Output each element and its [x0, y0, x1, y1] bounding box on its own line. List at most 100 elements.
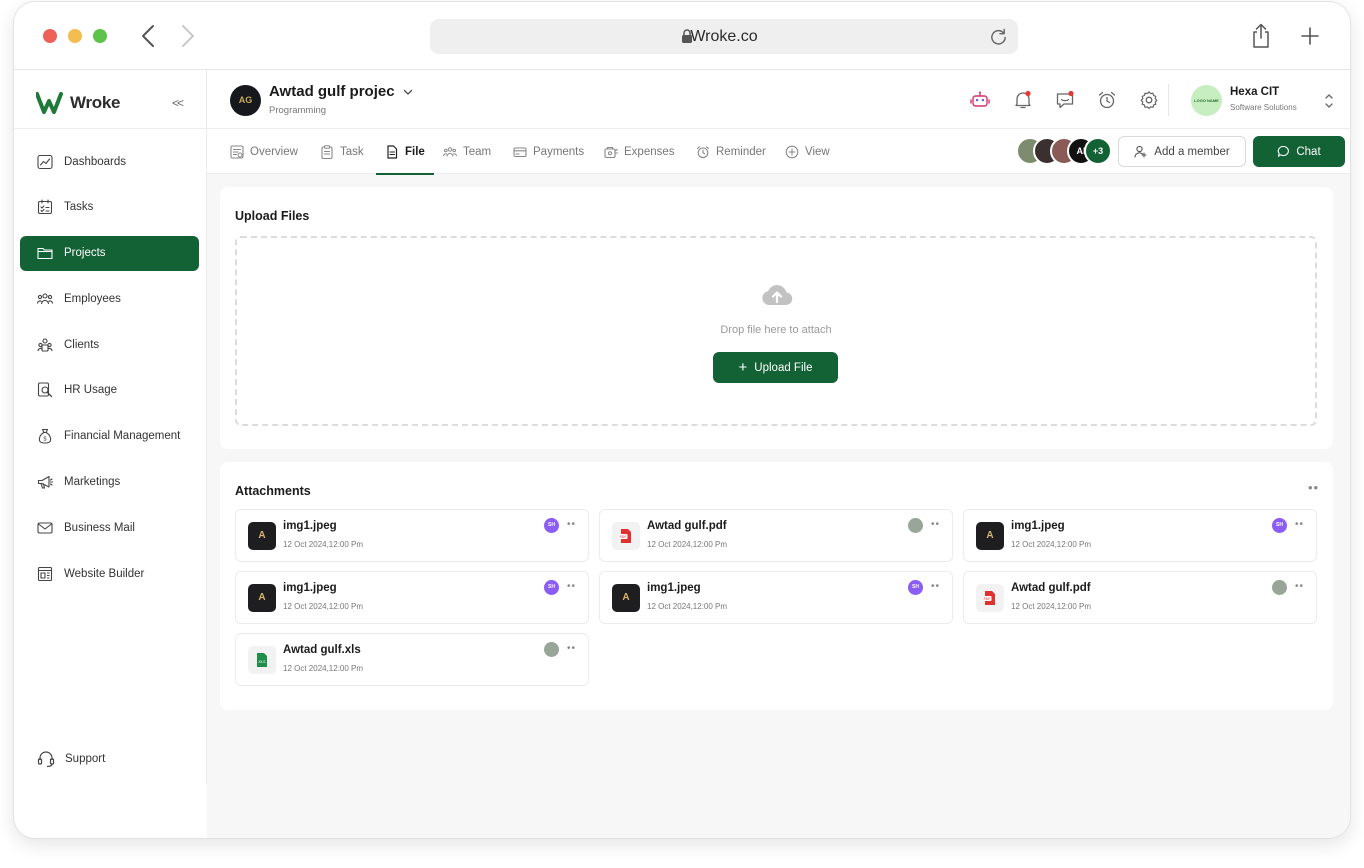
tab-payments[interactable]: Payments	[513, 129, 584, 174]
chat-button[interactable]: Chat	[1253, 136, 1345, 167]
close-window-button[interactable]	[43, 29, 57, 43]
add-member-label: Add a member	[1154, 145, 1230, 158]
more-options-icon[interactable]: ••	[931, 582, 940, 592]
project-subtitle: Programming	[269, 105, 327, 116]
more-options-icon[interactable]: ••	[1295, 520, 1304, 530]
sidebar-item-clients[interactable]: Clients	[20, 327, 199, 362]
more-options-icon[interactable]: ••	[567, 582, 576, 592]
money-bag-icon: $	[38, 429, 52, 444]
sidebar-item-website-builder[interactable]: Website Builder	[20, 556, 199, 591]
attachment-date: 12 Oct 2024,12:00 Pm	[647, 602, 728, 611]
sidebar-item-financial-management[interactable]: $ Financial Management	[20, 419, 199, 454]
tab-expenses[interactable]: Expenses	[604, 129, 675, 174]
add-user-icon	[1134, 145, 1147, 158]
attachment-item[interactable]: Aimg1.jpeg 12 Oct 2024,12:00 Pm SH ••	[963, 509, 1317, 562]
robot-icon[interactable]	[970, 90, 990, 110]
headset-icon	[37, 751, 55, 768]
sidebar-item-projects[interactable]: Projects	[20, 235, 199, 271]
alarm-clock-icon[interactable]	[1097, 90, 1117, 110]
sidebar-item-label: Clients	[64, 338, 100, 351]
browser-window: Wroke.co Wroke << Dashboards Tasks Proje…	[13, 1, 1351, 839]
image-thumbnail: A	[976, 522, 1004, 550]
cloud-upload-icon	[762, 285, 793, 306]
back-arrow-icon[interactable]	[137, 22, 161, 50]
support-label: Support	[65, 753, 106, 765]
sidebar-item-employees[interactable]: Employees	[20, 281, 199, 316]
overview-icon	[230, 144, 244, 159]
owner-avatar	[544, 642, 559, 657]
sidebar-item-label: Dashboards	[64, 155, 127, 168]
attachment-item[interactable]: Aimg1.jpeg 12 Oct 2024,12:00 Pm SH ••	[235, 571, 589, 624]
company-name[interactable]: Hexa CIT	[1230, 86, 1279, 98]
reload-icon[interactable]	[989, 27, 1008, 46]
sidebar-item-dashboards[interactable]: Dashboards	[20, 144, 199, 179]
tab-team[interactable]: Team	[443, 129, 491, 174]
maximize-window-button[interactable]	[93, 29, 107, 43]
brand-name: Wroke	[70, 93, 121, 112]
attachment-item[interactable]: PDF Awtad gulf.pdf 12 Oct 2024,12:00 Pm ••	[963, 571, 1317, 624]
more-options-icon[interactable]: ••	[1295, 582, 1304, 592]
sidebar-item-marketings[interactable]: Marketings	[20, 465, 199, 500]
tab-overview[interactable]: Overview	[230, 129, 298, 174]
tab-file[interactable]: File	[376, 129, 434, 175]
owner-avatar	[908, 518, 923, 533]
new-tab-plus-icon[interactable]	[1300, 26, 1320, 46]
svg-text:$: $	[43, 436, 47, 443]
attachment-name: img1.jpeg	[647, 582, 701, 594]
tab-view[interactable]: View	[785, 129, 830, 174]
address-bar[interactable]: Wroke.co	[430, 19, 1018, 54]
divider	[1168, 84, 1169, 116]
attachment-item[interactable]: Aimg1.jpeg 12 Oct 2024,12:00 Pm SH ••	[599, 571, 953, 624]
bell-icon[interactable]	[1013, 90, 1033, 110]
upload-file-label: Upload File	[754, 361, 813, 374]
employees-icon	[37, 293, 53, 304]
megaphone-icon	[37, 476, 53, 489]
expenses-icon	[604, 146, 618, 158]
upload-files-title: Upload Files	[235, 209, 310, 223]
attachment-name: img1.jpeg	[1011, 520, 1065, 532]
forward-arrow-icon[interactable]	[175, 22, 199, 50]
more-options-icon[interactable]: ••	[931, 520, 940, 530]
share-icon[interactable]	[1250, 23, 1272, 49]
attachment-date: 12 Oct 2024,12:00 Pm	[283, 540, 364, 549]
attachment-item[interactable]: XLS Awtad gulf.xls 12 Oct 2024,12:00 Pm ••	[235, 633, 589, 686]
settings-gear-icon[interactable]	[1139, 90, 1159, 110]
sidebar-item-hr-usage[interactable]: HR Usage	[20, 373, 199, 408]
message-icon[interactable]	[1055, 90, 1075, 110]
plus-circle-icon	[785, 145, 799, 158]
more-options-icon[interactable]: ••	[567, 644, 576, 654]
sidebar-item-support[interactable]: Support	[37, 750, 105, 768]
more-options-icon[interactable]: ••	[1308, 481, 1319, 494]
project-title[interactable]: Awtad gulf projec	[269, 83, 395, 100]
sidebar-item-label: Marketings	[64, 476, 121, 489]
website-icon	[37, 566, 53, 581]
file-dropzone[interactable]: Drop file here to attach + Upload File	[235, 236, 1317, 426]
chevron-down-icon[interactable]	[402, 86, 414, 98]
owner-avatar: SH	[1272, 518, 1287, 533]
brand-logo[interactable]: Wroke	[36, 88, 120, 118]
sidebar-item-tasks[interactable]: Tasks	[20, 190, 199, 225]
company-subtitle: Software Solutions	[1230, 103, 1297, 112]
tab-task[interactable]: Task	[320, 129, 364, 174]
chat-bubble-icon	[1278, 145, 1290, 157]
more-options-icon[interactable]: ••	[567, 520, 576, 530]
xls-file-icon: XLS	[248, 646, 276, 674]
company-logo: LOGO NAME	[1191, 85, 1222, 116]
url-text: Wroke.co	[690, 28, 758, 45]
tab-reminder[interactable]: Reminder	[696, 129, 766, 174]
switch-company-chevrons-icon[interactable]	[1324, 92, 1334, 110]
folder-icon	[37, 248, 53, 260]
project-header: AG Awtad gulf projec Programming LOGO NA…	[207, 70, 1350, 129]
upload-file-button[interactable]: + Upload File	[713, 352, 838, 383]
tab-label: Payments	[533, 145, 585, 158]
add-member-button[interactable]: Add a member	[1118, 136, 1246, 167]
attachment-date: 12 Oct 2024,12:00 Pm	[283, 602, 364, 611]
sidebar-item-business-mail[interactable]: Business Mail	[20, 510, 199, 545]
chat-label: Chat	[1296, 145, 1321, 158]
attachment-date: 12 Oct 2024,12:00 Pm	[283, 664, 364, 673]
owner-avatar: SH	[544, 580, 559, 595]
attachment-item[interactable]: PDF Awtad gulf.pdf 12 Oct 2024,12:00 Pm ••	[599, 509, 953, 562]
attachment-item[interactable]: Aimg1.jpeg 12 Oct 2024,12:00 Pm SH ••	[235, 509, 589, 562]
minimize-window-button[interactable]	[68, 29, 82, 43]
collapse-sidebar-button[interactable]: <<	[172, 96, 184, 110]
